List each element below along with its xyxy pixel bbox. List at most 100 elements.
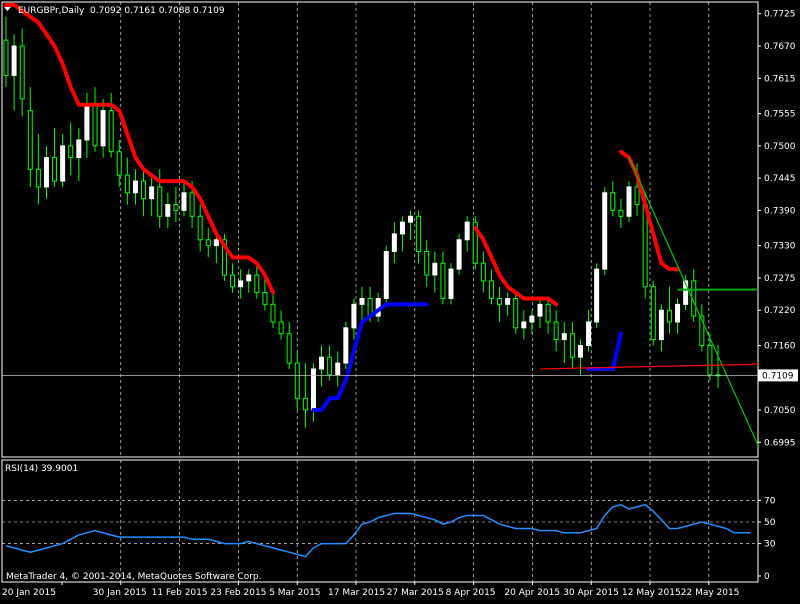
candle-bull[interactable] [464, 221, 470, 241]
y-axis-label: 0.7445 [764, 174, 796, 184]
candle-bear[interactable] [513, 297, 519, 329]
y-axis-label: 0.7725 [764, 10, 796, 20]
y-axis-label: 0.6995 [764, 438, 796, 448]
candle-bear[interactable] [569, 333, 575, 358]
candle-bear[interactable] [545, 303, 551, 323]
candle-bear[interactable] [440, 262, 446, 299]
candle-bull[interactable] [132, 180, 138, 194]
copyright-text: MetaTrader 4, © 2001-2014, MetaQuotes So… [6, 572, 262, 582]
candle-bull[interactable] [319, 356, 325, 370]
candle-bear[interactable] [254, 274, 260, 294]
candle-bear[interactable] [68, 145, 74, 159]
mt4-chart-window[interactable]: 20 Jan 2015 30 Jan 2015 11 Feb 2015 23 Feb … [0, 0, 800, 600]
y-axis-label: 0.7050 [764, 406, 796, 416]
candle-bull[interactable] [658, 309, 664, 341]
candle-bull[interactable] [602, 192, 608, 270]
candle-bear[interactable] [327, 356, 333, 376]
y-axis-label: 0.7615 [764, 74, 796, 84]
candle-bull[interactable] [76, 139, 82, 159]
candle-bull[interactable] [43, 157, 49, 188]
candle-bear[interactable] [92, 104, 98, 147]
y-axis-label: 0.7390 [764, 206, 796, 216]
candle-bull[interactable] [246, 274, 252, 282]
candle-bull[interactable] [213, 239, 219, 247]
candle-bear[interactable] [116, 151, 122, 176]
candle-bear[interactable] [124, 174, 130, 194]
y-axis-label: 0.7160 [764, 341, 796, 351]
candle-bull[interactable] [626, 186, 632, 217]
candle-bear[interactable] [480, 262, 486, 282]
current-price-text: 0.7109 [762, 371, 794, 381]
candle-bear[interactable] [666, 309, 672, 323]
rsi-y-axis-label: 50 [764, 518, 776, 528]
x-axis-label: 22 May 2015 [681, 588, 740, 598]
candle-bear[interactable] [19, 45, 25, 100]
candle-bear[interactable] [278, 321, 284, 335]
candle-bull[interactable] [181, 192, 187, 211]
candle-bear[interactable] [497, 297, 503, 305]
candle-bear[interactable] [302, 397, 308, 411]
candle-bull[interactable] [586, 321, 592, 346]
candle-bull[interactable] [335, 362, 341, 376]
candle-bull[interactable] [529, 315, 535, 323]
candle-bear[interactable] [424, 251, 430, 276]
candle-bear[interactable] [52, 157, 58, 182]
y-axis-label: 0.7670 [764, 42, 796, 52]
candle-bear[interactable] [634, 186, 640, 206]
candle-bear[interactable] [618, 209, 624, 217]
candle-bull[interactable] [383, 251, 389, 299]
rsi-indicator-label: RSI(14) 39.9001 [5, 464, 78, 474]
candle-bull[interactable] [60, 145, 66, 182]
candle-bull[interactable] [11, 45, 17, 76]
candle-bear[interactable] [650, 286, 656, 341]
candle-bull[interactable] [343, 327, 349, 364]
y-axis-label: 0.7555 [764, 110, 796, 120]
x-axis-label: 8 Apr 2015 [446, 588, 496, 598]
candle-bull[interactable] [100, 110, 106, 147]
chart-canvas[interactable]: 20 Jan 2015 30 Jan 2015 11 Feb 2015 23 Feb … [0, 0, 800, 600]
candle-bear[interactable] [27, 110, 33, 170]
candle-bull[interactable] [577, 344, 583, 358]
candle-bear[interactable] [197, 215, 203, 241]
candle-bull[interactable] [456, 239, 462, 270]
candle-bear[interactable] [294, 362, 300, 399]
candle-bull[interactable] [521, 321, 527, 329]
candle-bear[interactable] [157, 186, 163, 217]
candle-bull[interactable] [675, 303, 681, 323]
candle-bear[interactable] [416, 215, 422, 253]
candle-bear[interactable] [205, 239, 211, 247]
x-axis-label: 30 Apr 2015 [563, 588, 619, 598]
candle-bull[interactable] [408, 215, 414, 223]
candle-bull[interactable] [432, 262, 438, 276]
candle-bear[interactable] [141, 180, 147, 200]
chart-background [0, 0, 800, 600]
candle-bull[interactable] [165, 204, 171, 217]
candle-bear[interactable] [262, 292, 268, 305]
candle-bear[interactable] [3, 39, 9, 76]
candle-bear[interactable] [173, 204, 179, 211]
candle-bear[interactable] [230, 274, 236, 288]
candle-bear[interactable] [286, 333, 292, 364]
candle-bull[interactable] [537, 303, 543, 317]
candle-bull[interactable] [84, 104, 90, 141]
candle-bull[interactable] [351, 303, 357, 329]
candle-bull[interactable] [391, 233, 397, 253]
y-axis-label: 0.7275 [764, 274, 796, 284]
candle-bull[interactable] [149, 186, 155, 200]
candle-bear[interactable] [488, 280, 494, 299]
candle-bear[interactable] [707, 344, 713, 376]
candle-bull[interactable] [594, 268, 600, 323]
x-axis-label: 27 Mar 2015 [387, 588, 444, 598]
candle-bear[interactable] [35, 168, 41, 188]
candle-bull[interactable] [448, 268, 454, 299]
candle-bull[interactable] [359, 297, 365, 305]
candle-bull[interactable] [399, 221, 405, 235]
candle-bull[interactable] [505, 297, 511, 305]
candle-bull[interactable] [238, 280, 244, 288]
candle-bull[interactable] [561, 333, 567, 341]
candle-bear[interactable] [610, 192, 616, 211]
candle-bear[interactable] [108, 110, 114, 153]
candle-bear[interactable] [553, 321, 559, 341]
candle-bear[interactable] [189, 192, 195, 217]
candle-bear[interactable] [270, 303, 276, 323]
